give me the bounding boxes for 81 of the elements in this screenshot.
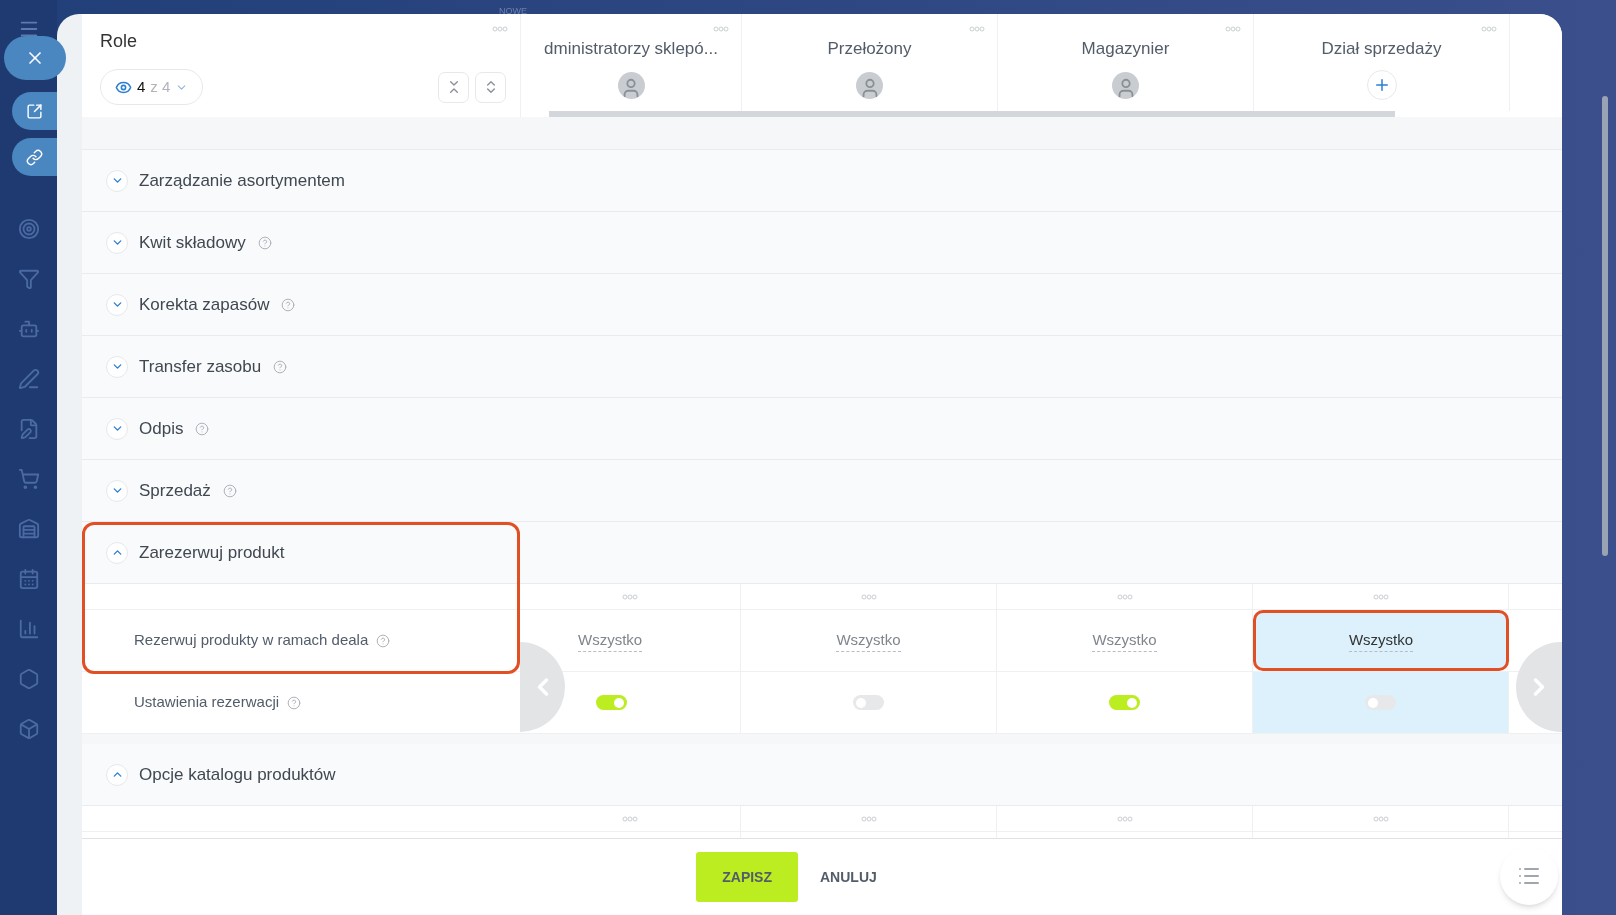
toggle-switch[interactable] [1109,695,1140,710]
panel-title: Role [100,30,138,53]
avatar [1112,71,1139,99]
more-icon[interactable] [492,26,508,32]
cancel-button[interactable]: ANULUJ [806,852,891,902]
more-icon[interactable] [622,815,638,822]
copy-link-button[interactable] [12,138,57,176]
filter-icon[interactable] [17,268,40,290]
section-title: Transfer zasobu [139,355,262,378]
access-level-link[interactable]: Wszystko [836,628,901,653]
visible-roles-filter[interactable]: 4 z 4 [100,69,204,105]
more-icon[interactable] [860,593,877,600]
expand-toggle[interactable] [106,169,128,192]
role-name: Przełożony [827,38,912,60]
section-title: Zarezerwuj produkt [139,541,285,564]
access-level-link[interactable]: Wszystko [578,628,643,653]
toggle-switch[interactable] [853,695,884,710]
save-button[interactable]: ZAPISZ [696,852,798,902]
more-icon[interactable] [860,815,877,822]
more-icon[interactable] [969,26,985,32]
role-name: dministratorzy sklepó... [544,38,718,60]
expand-toggle[interactable] [106,417,128,440]
cart-icon[interactable] [17,468,40,490]
expand-toggle[interactable] [106,231,128,254]
section-header[interactable]: Zarezerwuj produkt [82,522,1562,584]
help-icon[interactable] [257,235,272,250]
expand-toggle[interactable] [106,763,128,786]
more-icon[interactable] [1481,26,1497,32]
permission-cell[interactable]: Wszystko [1253,610,1509,671]
permission-label: Ustawienia rezerwacji [134,692,280,713]
robot-icon[interactable] [17,318,40,340]
role-name: Magazynier [1081,38,1170,60]
calendar-icon[interactable] [17,568,40,590]
section-title: Opcje katalogu produktów [139,763,336,786]
help-icon[interactable] [273,359,288,374]
section-title: Sprzedaż [139,479,211,502]
more-icon[interactable] [1225,26,1241,32]
expand-toggle[interactable] [106,541,128,564]
expand-toggle[interactable] [106,293,128,316]
expand-toggle[interactable] [106,355,128,378]
section-title: Kwit składowy [139,231,246,254]
permission-label: Rezerwuj produkty w ramach deala [134,630,369,651]
toggle-switch[interactable] [596,695,627,710]
avatar [617,71,645,99]
hexagon-icon[interactable] [17,668,40,690]
help-icon[interactable] [195,421,210,436]
warehouse-icon[interactable] [17,518,40,540]
collapse-all-button[interactable] [438,71,469,103]
avatar [856,71,883,99]
add-button[interactable] [1366,69,1397,100]
help-icon[interactable] [281,297,296,312]
pen-icon[interactable] [17,368,40,390]
new-label: NOWE [499,5,527,18]
more-icon[interactable] [713,26,729,32]
page-scrollbar[interactable] [1602,96,1608,556]
more-icon[interactable] [1116,815,1133,822]
section-title: Korekta zapasów [139,293,270,316]
expand-toggle[interactable] [106,479,128,502]
help-icon[interactable] [222,483,237,498]
box-icon[interactable] [17,718,40,740]
open-new-window-button[interactable] [12,92,57,130]
section-title: Zarządzanie asortymentem [139,169,345,192]
external-link-icon [26,102,43,120]
help-icon[interactable] [376,633,391,648]
role-name: Dział sprzedaży [1321,38,1442,60]
target-icon[interactable] [17,218,40,240]
link-icon [26,148,43,166]
access-level-link[interactable]: Wszystko [1092,628,1157,653]
access-level-link[interactable]: Wszystko [1348,628,1414,653]
more-icon[interactable] [622,593,638,600]
section-header[interactable]: Opcje katalogu produktów [82,744,1562,806]
more-icon[interactable] [1372,815,1389,822]
list-menu-button[interactable] [1500,847,1558,905]
expand-all-button[interactable] [475,71,506,103]
horizontal-scrollbar[interactable] [549,111,1395,117]
more-icon[interactable] [1116,593,1133,600]
help-icon[interactable] [287,695,302,710]
section-title: Odpis [139,417,184,440]
more-icon[interactable] [1372,593,1389,600]
toggle-switch[interactable] [1365,695,1396,710]
bar-chart-icon[interactable] [17,618,40,640]
